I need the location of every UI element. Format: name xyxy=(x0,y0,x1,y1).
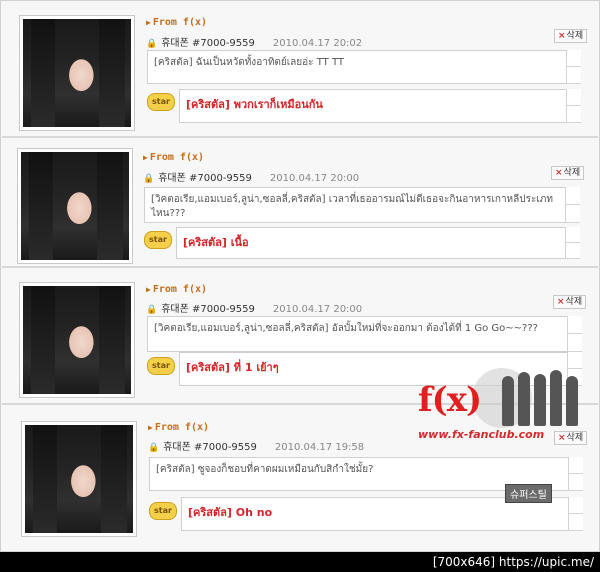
reply-text: [คริสตัล] ที่ 1 เย้าๆ xyxy=(186,361,279,374)
lock-icon: 🔒 xyxy=(143,174,155,184)
message-box: [คริสตัล] ฉันเป็นหวัดทั้งอาทิตย์เลยอ่ะ T… xyxy=(147,50,581,84)
delete-button[interactable]: ×삭제 xyxy=(551,166,585,180)
avatar xyxy=(19,15,135,131)
arrow-icon: ▶ xyxy=(146,18,151,27)
avatar xyxy=(21,421,137,537)
reply-text: [คริสตัล] เนื้อ xyxy=(183,236,249,249)
delete-button[interactable]: ×삭제 xyxy=(553,295,587,309)
avatar xyxy=(17,148,133,264)
delete-button[interactable]: ×삭제 xyxy=(554,29,588,43)
sender: 휴대폰 #7000-9559 xyxy=(163,442,257,453)
sender-meta: 🔒 휴대폰 #7000-9559 2010.04.17 20:00 xyxy=(146,300,362,315)
reply-box: [คริสตัล] เนื้อ xyxy=(176,227,580,259)
sender-meta: 🔒 휴대폰 #7000-9559 2010.04.17 20:00 xyxy=(143,169,359,184)
star-icon[interactable]: star xyxy=(147,357,175,375)
post-date: 2010.04.17 20:00 xyxy=(272,304,363,315)
sender-meta: 🔒 휴대폰 #7000-9559 2010.04.17 20:02 xyxy=(146,34,362,49)
star-icon[interactable]: star xyxy=(149,502,177,520)
scrollbar[interactable] xyxy=(566,89,581,123)
message-text: [วิคตอเรีย,แอมเบอร์,ลูน่า,ซอลลี่,คริสตัล… xyxy=(154,323,538,334)
star-icon[interactable]: star xyxy=(144,231,172,249)
from-label: ▶ From f(x) xyxy=(146,17,208,28)
scrollbar[interactable] xyxy=(565,187,580,223)
sender-meta: 🔒 휴대폰 #7000-9559 2010.04.17 19:58 xyxy=(148,438,364,453)
post-date: 2010.04.17 20:02 xyxy=(272,38,363,49)
reply-text: [คริสตัล] พวกเราก็เหมือนกัน xyxy=(186,98,323,111)
arrow-icon: ▶ xyxy=(143,153,148,162)
fan-message-board: ▶ From f(x) 🔒 휴대폰 #7000-9559 2010.04.17 20:… xyxy=(0,0,600,552)
message-box: [วิคตอเรีย,แอมเบอร์,ลูน่า,ซอลลี่,คริสตัล… xyxy=(147,316,582,352)
post-date: 2010.04.17 20:00 xyxy=(269,173,360,184)
avatar xyxy=(19,282,135,398)
message-post: ▶ From f(x) 🔒 휴대폰 #7000-9559 2010.04.17 20:… xyxy=(2,138,598,268)
sender: 휴대폰 #7000-9559 xyxy=(161,304,255,315)
image-host-footer: [700x646] https://upic.me/ xyxy=(0,552,600,572)
message-post: ▶ From f(x) 🔒 휴대폰 #7000-9559 2010.04.17 20:… xyxy=(2,9,598,138)
scrollbar[interactable] xyxy=(566,50,581,84)
watermark-url: www.fx-fanclub.com xyxy=(418,428,545,441)
from-label: ▶ From f(x) xyxy=(148,422,210,433)
lock-icon: 🔒 xyxy=(148,443,160,453)
star-icon[interactable]: star xyxy=(147,93,175,111)
reply-text: [คริสตัล] Oh no xyxy=(188,506,273,519)
message-text: [คริสตัล] ซูจองก็ชอบที่คาดผมเหมือนกับสิก… xyxy=(156,464,374,475)
scrollbar[interactable] xyxy=(568,457,583,491)
source-stamp: 슈퍼스틸 xyxy=(505,484,552,503)
message-text: [วิคตอเรีย,แอมเบอร์,ลูน่า,ซอลลี่,คริสตัล… xyxy=(151,194,553,219)
message-text: [คริสตัล] ฉันเป็นหวัดทั้งอาทิตย์เลยอ่ะ T… xyxy=(154,57,344,68)
scrollbar[interactable] xyxy=(567,316,582,352)
fx-logo: f(x) xyxy=(418,380,482,420)
scrollbar[interactable] xyxy=(565,227,580,259)
sender: 휴대폰 #7000-9559 xyxy=(161,38,255,49)
lock-icon: 🔒 xyxy=(146,305,158,315)
from-label: ▶ From f(x) xyxy=(146,284,208,295)
scrollbar[interactable] xyxy=(568,497,583,531)
sender: 휴대폰 #7000-9559 xyxy=(158,173,252,184)
reply-box: [คริสตัล] พวกเราก็เหมือนกัน xyxy=(179,89,581,123)
post-date: 2010.04.17 19:58 xyxy=(274,442,365,453)
fanclub-watermark: f(x) www.fx-fanclub.com xyxy=(418,368,588,452)
message-box: [วิคตอเรีย,แอมเบอร์,ลูน่า,ซอลลี่,คริสตัล… xyxy=(144,187,580,223)
lock-icon: 🔒 xyxy=(146,39,158,49)
from-label: ▶ From f(x) xyxy=(143,152,205,163)
arrow-icon: ▶ xyxy=(148,423,153,432)
arrow-icon: ▶ xyxy=(146,285,151,294)
